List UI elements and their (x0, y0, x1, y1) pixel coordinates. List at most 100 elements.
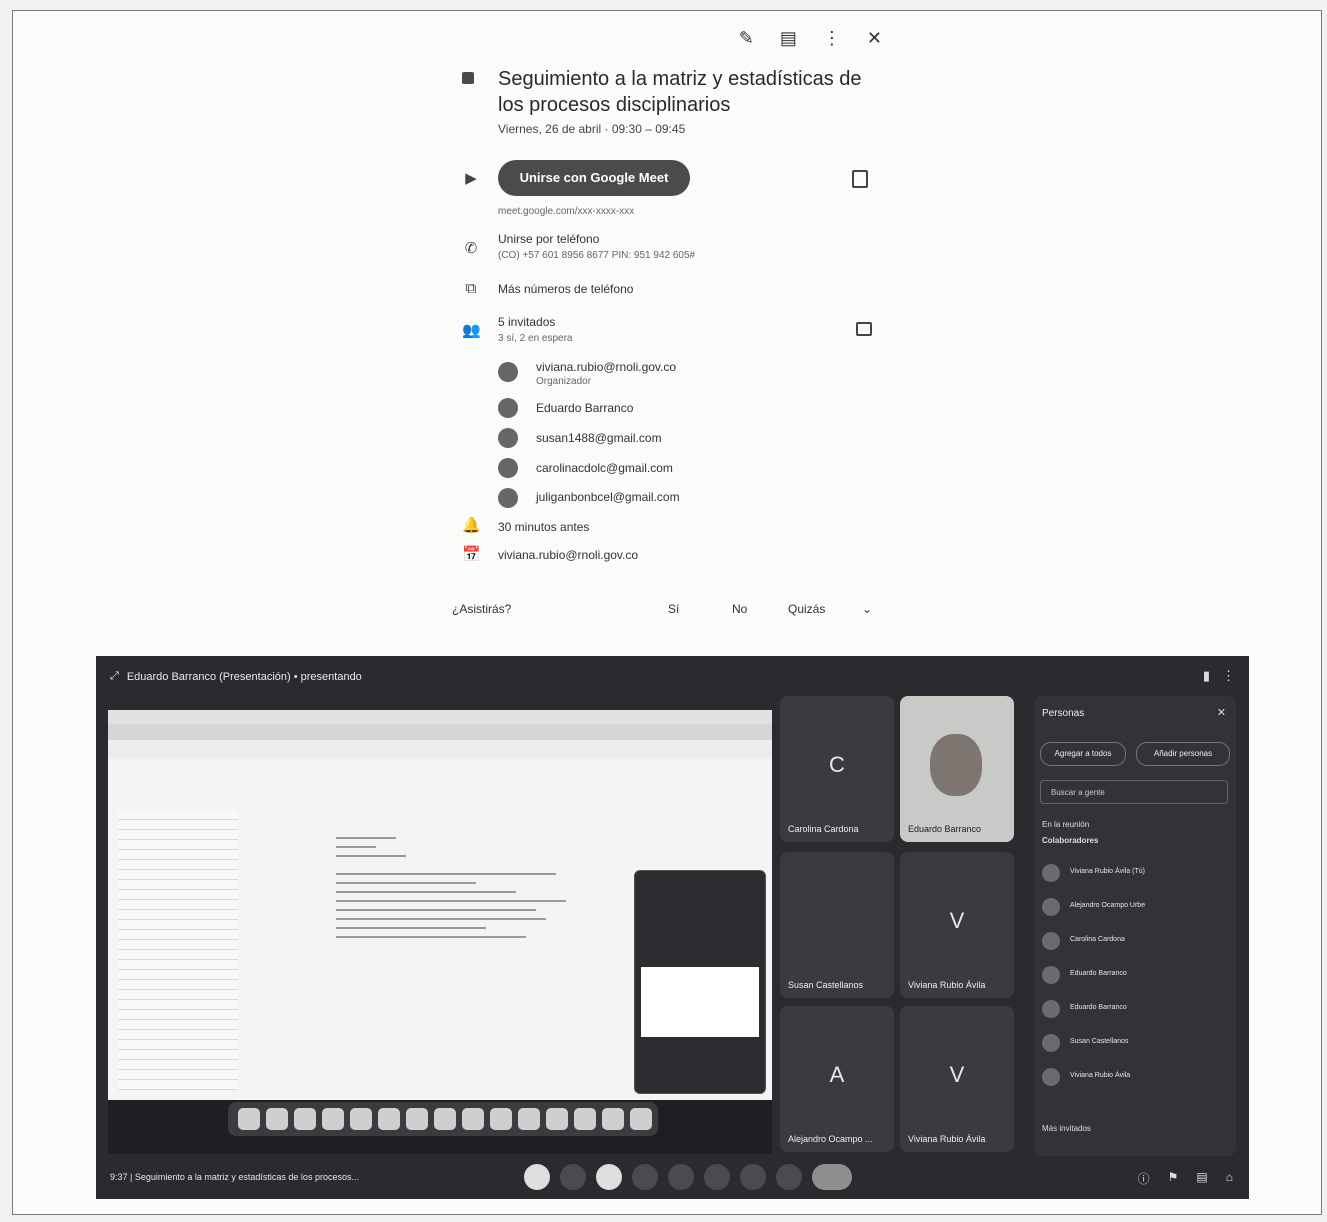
phone-icon: ✆ (464, 240, 478, 257)
menu-bar (108, 710, 772, 724)
guest-role: Organizador (536, 376, 592, 387)
list-item[interactable]: Susan Castellanos (1040, 1030, 1226, 1058)
email-guests-icon[interactable] (856, 322, 872, 336)
avatar (1042, 966, 1060, 984)
close-icon[interactable]: ✕ (867, 28, 882, 49)
event-title: Seguimiento a la matriz y estadísticas d… (498, 68, 862, 116)
list-item[interactable]: Carolina Cardona (1040, 928, 1226, 956)
add-people-button[interactable]: Añadir personas (1136, 742, 1230, 766)
rsvp-label: ¿Asistirás? (452, 602, 512, 616)
participant-tile[interactable]: C Carolina Cardona (780, 696, 894, 842)
add-all-button[interactable]: Agregar a todos (1040, 742, 1126, 766)
rsvp-no-button[interactable]: No (732, 602, 747, 616)
edit-icon[interactable]: ✎ (739, 28, 754, 49)
guests-icon: 👥 (462, 322, 481, 339)
close-icon[interactable]: ✕ (1217, 706, 1226, 719)
avatar (1042, 1034, 1060, 1052)
participant-name: Eduardo Barranco (908, 824, 982, 834)
presenter-label: Eduardo Barranco (Presentación) • presen… (126, 670, 362, 683)
participant-name: Viviana Rubio Ávila (908, 1134, 986, 1144)
participant-name: Eduardo Barranco (1070, 1004, 1127, 1011)
in-meeting-label: En la reunión (1042, 820, 1090, 829)
meet-screenshot: ⤢ Eduardo Barranco (Presentación) • pres… (96, 656, 1249, 1199)
more-phone-numbers-link[interactable]: Más números de teléfono (498, 282, 633, 296)
people-panel-title: Personas (1042, 708, 1085, 719)
side-panel-controls: ⓘ ⚑ ▤ ⌂ (1138, 1170, 1233, 1187)
chevron-down-icon[interactable]: ⌄ (862, 602, 872, 616)
people-panel: Personas ✕ Agregar a todos Añadir person… (1034, 696, 1236, 1156)
contributors-label: Colaboradores (1042, 836, 1099, 845)
end-call-button[interactable] (812, 1164, 852, 1190)
meet-control-bar: 9:37 | Seguimiento a la matriz y estadís… (96, 1156, 1249, 1199)
event-date: Viernes, 26 de abril · 09:30 – 09:45 (498, 122, 686, 136)
copy-icon[interactable] (852, 170, 868, 188)
event-color-icon (462, 72, 474, 84)
participant-name: Eduardo Barranco (1070, 970, 1127, 977)
participant-tile[interactable]: V Viviana Rubio Ávila (900, 852, 1014, 998)
present-screen-icon[interactable] (704, 1164, 730, 1190)
raise-hand-icon[interactable] (740, 1164, 766, 1190)
microphone-icon[interactable] (524, 1164, 550, 1190)
calendar-icon: 📅 (462, 546, 481, 563)
waiting-label[interactable]: Más invitados (1042, 1124, 1091, 1133)
guests-status: 3 sí, 2 en espera (498, 333, 573, 344)
taskbar-dock (228, 1102, 658, 1136)
meet-top-controls: ▮ ⋮ (1203, 668, 1235, 684)
card-toolbar: ✎ ▤ ⋮ ✕ (739, 28, 882, 49)
picture-in-picture[interactable] (634, 870, 766, 1094)
avatar: V (949, 908, 965, 933)
join-meet-button[interactable]: Unirse con Google Meet (498, 160, 690, 196)
spreadsheet-window (108, 710, 772, 1100)
avatar (1042, 1000, 1060, 1018)
more-options-icon[interactable] (776, 1164, 802, 1190)
meet-link[interactable]: meet.google.com/xxx-xxxx-xxx (498, 206, 634, 217)
chat-icon[interactable]: ▤ (1196, 1170, 1207, 1187)
calendar-owner: viviana.rubio@rnoli.gov.co (498, 548, 639, 562)
search-input[interactable]: Buscar a gente (1040, 780, 1228, 804)
list-item[interactable]: Alejandro Ocampo Urbe (1040, 894, 1226, 922)
more-options-icon[interactable]: ⋮ (823, 28, 841, 49)
participant-name: Carolina Cardona (1070, 936, 1125, 943)
spreadsheet-grid (118, 810, 238, 1090)
participant-tile[interactable]: A Alejandro Ocampo ... (780, 1006, 894, 1152)
join-by-phone-link[interactable]: Unirse por teléfono (498, 232, 599, 246)
meeting-time-and-title: 9:37 | Seguimiento a la matriz y estadís… (110, 1172, 359, 1182)
emoji-icon[interactable] (668, 1164, 694, 1190)
browser-tabs (108, 724, 772, 740)
chevron-up-icon[interactable] (560, 1164, 586, 1190)
bell-icon: 🔔 (462, 517, 481, 534)
participant-tile[interactable]: V Viviana Rubio Ávila (900, 1006, 1014, 1152)
guest-email: juliganbonbcel@gmail.com (536, 490, 680, 504)
delete-icon[interactable]: ▤ (780, 28, 797, 49)
rsvp-maybe-button[interactable]: Quizás (788, 602, 825, 616)
activities-icon[interactable]: ⌂ (1226, 1170, 1233, 1187)
more-options-icon[interactable]: ⋮ (1222, 668, 1235, 684)
participant-name: Viviana Rubio Ávila (Tú) (1070, 868, 1145, 875)
guests-count: 5 invitados (498, 315, 556, 329)
participant-name: Viviana Rubio Ávila (1070, 1072, 1131, 1079)
pin-icon[interactable]: ▮ (1203, 668, 1210, 684)
reminder: 30 minutos antes (498, 520, 590, 534)
participant-tile[interactable]: Susan Castellanos (780, 852, 894, 998)
avatar (1042, 864, 1060, 882)
participant-tile[interactable]: Eduardo Barranco (900, 696, 1014, 842)
avatar: A (829, 1062, 845, 1087)
list-item[interactable]: Viviana Rubio Ávila (1040, 1064, 1226, 1092)
call-controls (524, 1164, 852, 1190)
rsvp-yes-button[interactable]: Sí (668, 602, 679, 616)
participant-name: Susan Castellanos (1070, 1038, 1129, 1045)
avatar (498, 488, 518, 508)
participant-name: Alejandro Ocampo Urbe (1070, 902, 1146, 909)
people-icon[interactable]: ⚑ (1168, 1170, 1179, 1187)
avatar (1042, 1068, 1060, 1086)
captions-icon[interactable] (632, 1164, 658, 1190)
camera-icon[interactable] (596, 1164, 622, 1190)
list-item[interactable]: Eduardo Barranco (1040, 962, 1226, 990)
video-camera-icon: ▶ (465, 170, 477, 187)
external-link-icon: ⧉ (465, 280, 477, 297)
participant-name: Susan Castellanos (788, 980, 864, 990)
list-item[interactable]: Viviana Rubio Ávila (Tú) (1040, 860, 1226, 888)
list-item[interactable]: Eduardo Barranco (1040, 996, 1226, 1024)
participant-name: Carolina Cardona (788, 824, 859, 834)
info-icon[interactable]: ⓘ (1138, 1170, 1150, 1187)
